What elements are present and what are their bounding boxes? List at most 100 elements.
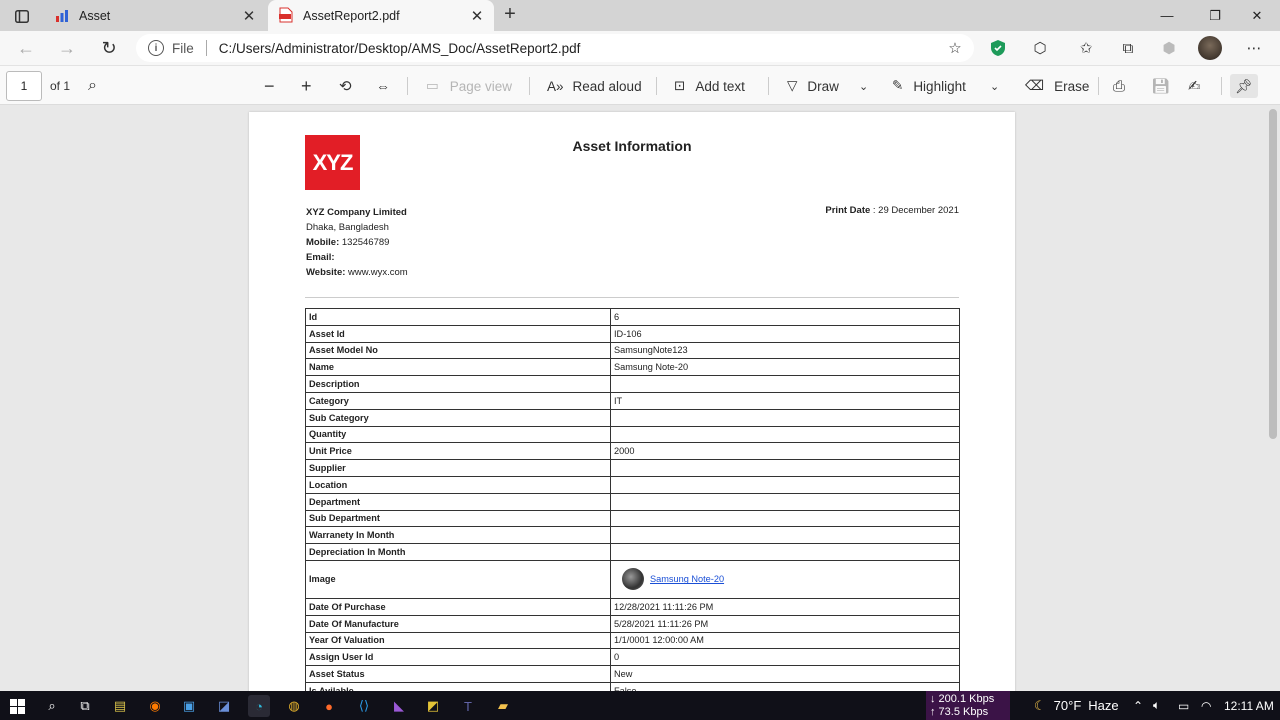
table-row: Asset Model No SamsungNote123 — [305, 341, 960, 360]
extensions-icon[interactable]: ⬡ — [1028, 36, 1052, 60]
address-field[interactable]: i File C:/Users/Administrator/Desktop/AM… — [136, 34, 974, 62]
draw-icon: ▽ — [787, 78, 798, 93]
row-value: New — [610, 665, 960, 683]
forward-button[interactable]: → — [53, 35, 81, 61]
more-options-icon[interactable]: ⋯ — [1242, 36, 1266, 60]
remote-desktop-icon[interactable]: ▣ — [178, 695, 200, 717]
fit-page-icon[interactable]: ⇔ — [376, 74, 390, 98]
add-favorite-icon[interactable]: ☆ — [943, 36, 967, 60]
scrollbar[interactable] — [1266, 105, 1280, 691]
asset-thumbnail[interactable] — [622, 568, 644, 591]
add-text-button[interactable]: ⊡ Add text — [674, 74, 745, 98]
tab-actions-button[interactable] — [8, 5, 36, 27]
draw-button[interactable]: ▽ Draw — [787, 74, 839, 98]
scrollbar-thumb[interactable] — [1269, 109, 1277, 439]
net-up: ↑ 73.5 Kbps — [930, 706, 989, 718]
close-window-button[interactable]: ✕ — [1234, 0, 1280, 31]
table-row: Image Samsung Note-20 — [305, 559, 960, 599]
postman-icon[interactable]: ● — [318, 695, 340, 717]
pin-toolbar-icon[interactable]: 📌︎ — [1230, 74, 1258, 98]
app-icon[interactable]: ◪ — [213, 695, 235, 717]
divider — [305, 297, 959, 298]
row-key: Description — [305, 375, 611, 393]
task-view-icon[interactable]: ⧉ — [74, 695, 96, 717]
visual-studio-icon[interactable]: ◣ — [388, 695, 410, 717]
page-view-button[interactable]: ▭ Page view — [426, 74, 512, 98]
website-label: Website: — [306, 267, 346, 278]
vscode-icon[interactable]: ⟨⟩ — [353, 695, 375, 717]
highlight-button[interactable]: ✎ Highlight — [892, 74, 966, 98]
notepad-icon[interactable]: ▤ — [109, 695, 131, 717]
print-date-label: Print Date — [825, 205, 871, 216]
table-row: Sub Department — [305, 509, 960, 528]
edge-icon[interactable]: ◔ — [248, 695, 270, 717]
shield-extension-icon[interactable] — [986, 36, 1010, 60]
table-row: Year Of Valuation 1/1/0001 12:00:00 AM — [305, 631, 960, 650]
new-tab-button[interactable]: + — [498, 4, 522, 26]
row-key: Location — [305, 475, 611, 494]
search-taskbar-icon[interactable]: ⌕ — [41, 695, 63, 717]
tab-asset[interactable]: Asset ✕ — [44, 0, 266, 31]
minimize-button[interactable]: — — [1144, 0, 1190, 31]
row-value — [610, 509, 960, 528]
row-value: Samsung Note-20 — [610, 559, 960, 599]
highlight-options-chevron-icon[interactable]: ⌄ — [990, 74, 999, 98]
row-key: Id — [305, 308, 611, 326]
row-key: Warranety In Month — [305, 526, 611, 545]
collections-icon[interactable]: ⧉ — [1116, 36, 1140, 60]
teams-icon[interactable]: T — [457, 695, 479, 717]
restore-button[interactable]: ❐ — [1192, 0, 1238, 31]
refresh-button[interactable]: ↻ — [95, 35, 123, 61]
save-as-icon[interactable]: ✍ — [1188, 74, 1201, 98]
row-key: Unit Price — [305, 442, 611, 461]
read-aloud-label: Read aloud — [572, 78, 642, 94]
erase-button[interactable]: ⌫ Erase — [1025, 74, 1089, 98]
print-icon[interactable]: ⎙ — [1113, 74, 1125, 98]
close-tab-icon[interactable]: ✕ — [466, 5, 488, 27]
performance-icon[interactable]: ⬢ — [1157, 36, 1181, 60]
row-key: Category — [305, 391, 611, 410]
favorites-icon[interactable]: ✩ — [1074, 36, 1098, 60]
draw-label: Draw — [807, 78, 839, 94]
draw-options-chevron-icon[interactable]: ⌄ — [859, 74, 868, 98]
firefox-icon[interactable]: ◉ — [144, 695, 166, 717]
show-hidden-icons-icon[interactable]: ⌃ — [1133, 691, 1143, 720]
page-number-input[interactable]: 1 — [6, 71, 42, 101]
read-aloud-button[interactable]: A» Read aloud — [547, 74, 642, 98]
file-explorer-icon[interactable]: ▰ — [492, 695, 514, 717]
info-icon[interactable]: i — [148, 40, 164, 56]
volume-icon[interactable]: 🔈︎ — [1153, 691, 1160, 720]
avatar[interactable] — [1198, 36, 1222, 60]
table-row: Date Of Purchase 12/28/2021 11:11:26 PM — [305, 597, 960, 616]
search-icon[interactable]: ⌕ — [88, 74, 97, 98]
tab-assetreport[interactable]: AssetReport2.pdf ✕ — [268, 0, 494, 31]
weather-widget[interactable]: ☾ 70°F Haze — [1034, 691, 1119, 720]
row-key: Name — [305, 358, 611, 377]
clock[interactable]: 12:11 AM — [1224, 691, 1274, 720]
chrome-icon[interactable]: ◍ — [283, 695, 305, 717]
asset-image-link[interactable]: Samsung Note-20 — [650, 574, 724, 584]
url-text[interactable]: C:/Users/Administrator/Desktop/AMS_Doc/A… — [219, 41, 581, 56]
close-tab-icon[interactable]: ✕ — [238, 5, 260, 27]
back-button[interactable]: ← — [12, 35, 40, 61]
company-address: Dhaka, Bangladesh — [306, 222, 389, 233]
zoom-out-icon[interactable]: − — [264, 74, 275, 98]
tab-title: Asset — [79, 8, 111, 23]
table-row: Warranety In Month — [305, 526, 960, 545]
battery-icon[interactable]: ▭ — [1178, 691, 1189, 720]
start-button[interactable] — [6, 695, 28, 717]
row-key: Asset Model No — [305, 341, 611, 360]
save-icon[interactable]: 💾︎ — [1151, 74, 1170, 98]
zoom-in-icon[interactable]: + — [301, 74, 312, 98]
rotate-icon[interactable]: ⟲ — [339, 74, 352, 98]
table-row: Supplier — [305, 459, 960, 477]
app-icon[interactable]: ◩ — [422, 695, 444, 717]
pdf-viewer[interactable]: XYZ Asset Information XYZ Company Limite… — [0, 105, 1280, 691]
wifi-icon[interactable]: ◠ — [1201, 691, 1211, 720]
table-row: Depreciation In Month — [305, 543, 960, 561]
divider — [1098, 77, 1099, 95]
table-row: Date Of Manufacture 5/28/2021 11:11:26 PM — [305, 614, 960, 633]
table-row: Asset Id ID-106 — [305, 324, 960, 343]
row-key: Sub Category — [305, 408, 611, 427]
row-value: IT — [610, 391, 960, 410]
